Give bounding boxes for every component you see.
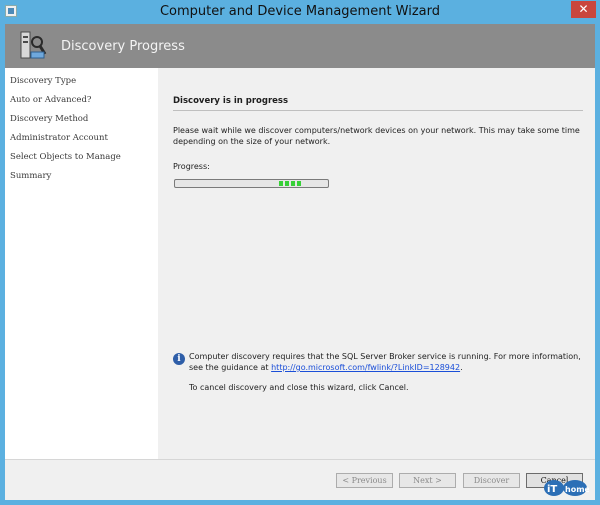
svg-text:iT: iT [547, 484, 557, 495]
next-button[interactable]: Next > [399, 473, 456, 488]
progress-label: Progress: [173, 162, 210, 171]
step-auto-or-advanced[interactable]: Auto or Advanced? [10, 95, 91, 105]
info-icon: i [173, 353, 185, 365]
description-text: Please wait while we discover computers/… [173, 126, 580, 146]
ithome-watermark-logo: iT home [544, 480, 589, 496]
step-summary[interactable]: Summary [10, 171, 51, 181]
cancel-hint: To cancel discovery and close this wizar… [189, 383, 409, 392]
page-title: Discovery Progress [61, 39, 185, 54]
window-title: Computer and Device Management Wizard [159, 4, 441, 19]
info-message: Computer discovery requires that the SQL… [189, 351, 589, 373]
step-discovery-method[interactable]: Discovery Method [10, 114, 88, 124]
wizard-window: Computer and Device Management Wizard ✕ … [0, 0, 600, 505]
discover-button[interactable]: Discover [463, 473, 520, 488]
svg-text:home: home [565, 485, 589, 494]
progress-chunk [279, 181, 283, 186]
close-button[interactable]: ✕ [571, 1, 596, 18]
wizard-discovery-icon [20, 31, 47, 59]
previous-button[interactable]: < Previous [336, 473, 393, 488]
progress-bar [174, 179, 329, 188]
section-heading: Discovery is in progress [173, 96, 289, 106]
wizard-footer: < Previous Next > Discover Cancel iT hom… [5, 459, 595, 500]
info-text-end: . [460, 363, 463, 372]
step-administrator-account[interactable]: Administrator Account [10, 133, 108, 143]
progress-chunk [297, 181, 301, 186]
main-content: Discovery is in progress Please wait whi… [158, 68, 595, 459]
progress-chunk [285, 181, 289, 186]
heading-divider [173, 110, 583, 111]
page-banner: Discovery Progress [5, 24, 595, 68]
guidance-link[interactable]: http://go.microsoft.com/fwlink/?LinkID=1… [271, 363, 460, 372]
title-bar[interactable]: Computer and Device Management Wizard ✕ [0, 0, 600, 24]
wizard-steps-sidebar: Discovery Type Auto or Advanced? Discove… [5, 68, 158, 459]
progress-chunk [291, 181, 295, 186]
step-discovery-type[interactable]: Discovery Type [10, 76, 76, 86]
step-select-objects[interactable]: Select Objects to Manage [10, 152, 121, 162]
